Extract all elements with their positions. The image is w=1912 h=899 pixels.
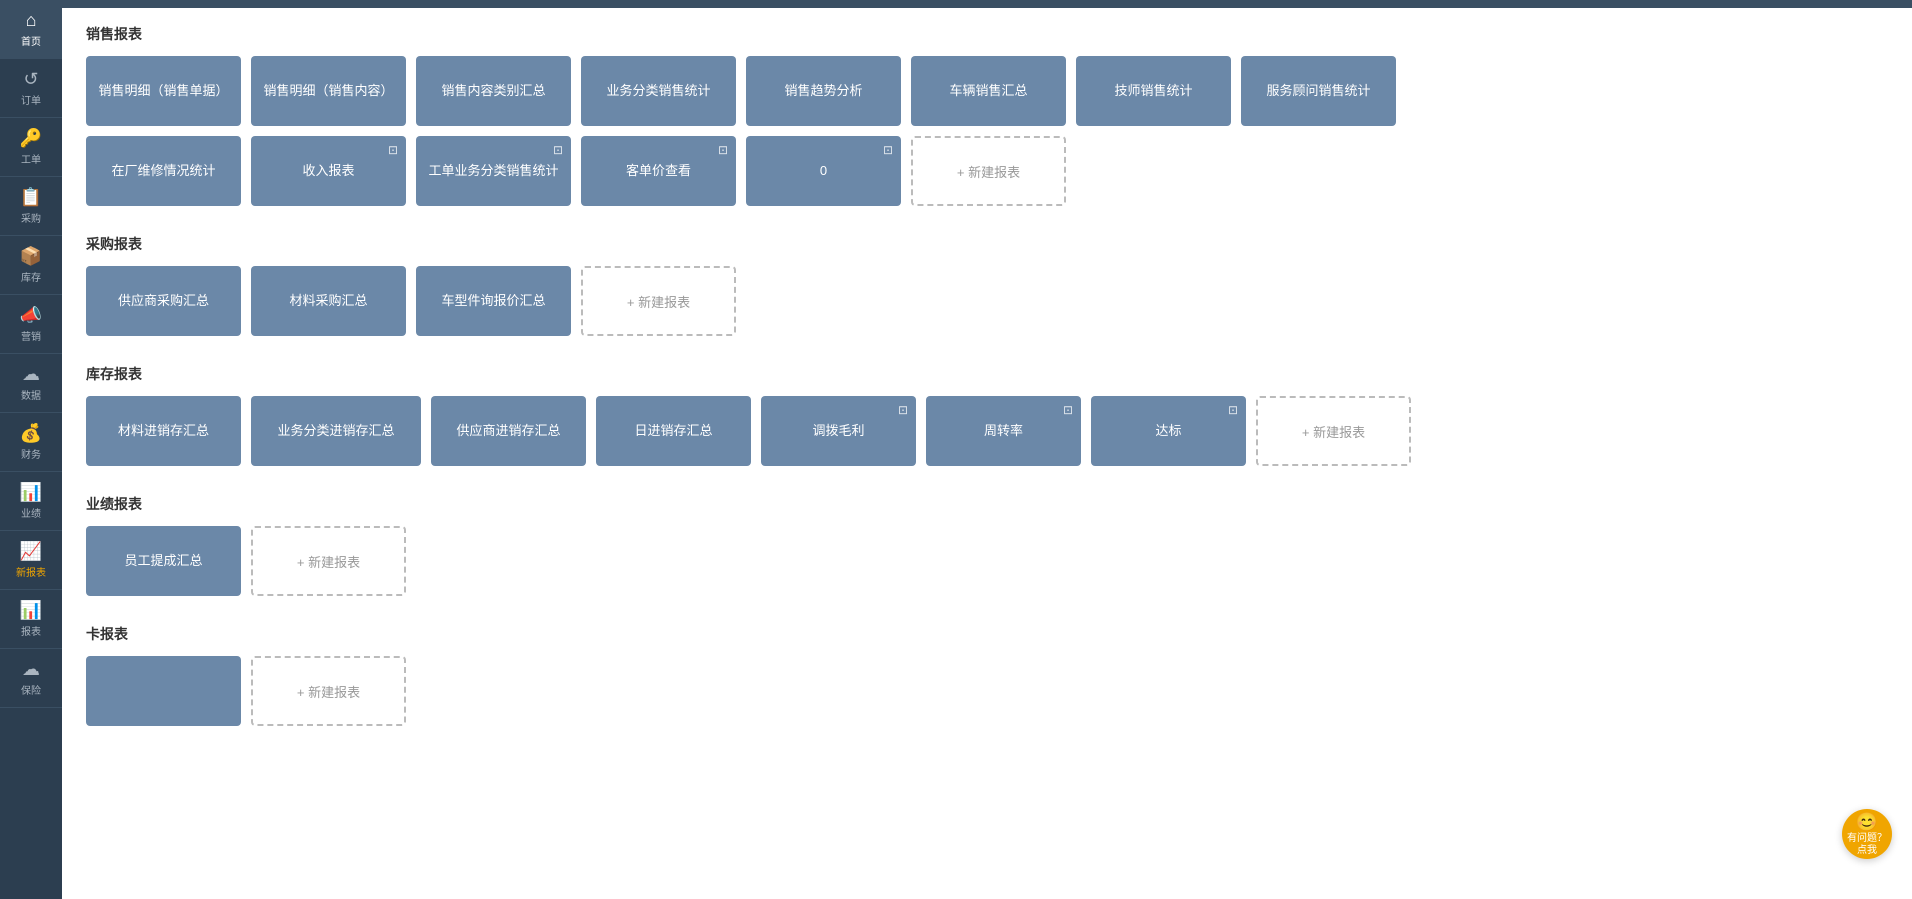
content-area: 销售报表 销售明细（销售单据） 销售明细（销售内容） 销售内容类别汇总 业务分类… (62, 8, 1912, 899)
card-technician-sales-stats[interactable]: 技师销售统计 (1076, 56, 1231, 126)
card-advisor-sales-stats[interactable]: 服务顾问销售统计 (1241, 56, 1396, 126)
card-customer-unit-price[interactable]: ⊡ 客单价查看 (581, 136, 736, 206)
card-employee-commission-summary[interactable]: 员工提成汇总 (86, 526, 241, 596)
sidebar-item-insurance[interactable]: ☁ 保险 (0, 649, 62, 708)
finance-icon: 💰 (20, 423, 42, 444)
card-purchase-new[interactable]: + 新建报表 (581, 266, 736, 336)
card-supplier-purchase-summary[interactable]: 供应商采购汇总 (86, 266, 241, 336)
card-inventory-new[interactable]: + 新建报表 (1256, 396, 1411, 466)
inventory-section-title: 库存报表 (86, 364, 1888, 384)
sidebar-item-label: 财务 (21, 446, 41, 461)
card-card-new[interactable]: + 新建报表 (251, 656, 406, 726)
card-business-category-inventory[interactable]: 业务分类进销存汇总 (251, 396, 421, 466)
performance-icon: 📊 (20, 482, 42, 503)
sidebar-item-label: 采购 (21, 210, 41, 225)
purchase-section: 采购报表 供应商采购汇总 材料采购汇总 车型件询报价汇总 + 新建报表 (86, 234, 1888, 336)
sidebar-item-label: 订单 (21, 92, 41, 107)
card-gross-margin[interactable]: ⊡ 调拨毛利 (761, 396, 916, 466)
edit-icon: ⊡ (1228, 402, 1238, 419)
sidebar-item-workorders[interactable]: 🔑 工单 (0, 118, 62, 177)
inventory-row: 材料进销存汇总 业务分类进销存汇总 供应商进销存汇总 日进销存汇总 ⊡ 调拨毛利… (86, 396, 1888, 466)
sidebar-item-home[interactable]: ⌂ 首页 (0, 0, 62, 59)
key-icon: 🔑 (20, 128, 42, 149)
card-supplier-inventory-summary[interactable]: 供应商进销存汇总 (431, 396, 586, 466)
sidebar-item-label: 工单 (21, 151, 41, 166)
card-daily-inventory-summary[interactable]: 日进销存汇总 (596, 396, 751, 466)
card-sales-detail-single[interactable]: 销售明细（销售单据） (86, 56, 241, 126)
sidebar-item-label: 报表 (21, 623, 41, 638)
card-reports-section: 卡报表 + 新建报表 (86, 624, 1888, 726)
purchase-icon: 📋 (20, 187, 42, 208)
sidebar-item-data[interactable]: ☁ 数据 (0, 354, 62, 413)
card-sales-trend-analysis[interactable]: 销售趋势分析 (746, 56, 901, 126)
top-bar (62, 0, 1912, 8)
card-performance-new[interactable]: + 新建报表 (251, 526, 406, 596)
marketing-icon: 📣 (20, 305, 42, 326)
sidebar-item-label: 营销 (21, 328, 41, 343)
sidebar-item-orders[interactable]: ↺ 订单 (0, 59, 62, 118)
edit-icon: ⊡ (1063, 402, 1073, 419)
sidebar-item-inventory[interactable]: 📦 库存 (0, 236, 62, 295)
sales-section-title: 销售报表 (86, 24, 1888, 44)
inventory-section: 库存报表 材料进销存汇总 业务分类进销存汇总 供应商进销存汇总 日进销存汇总 ⊡… (86, 364, 1888, 466)
edit-icon: ⊡ (898, 402, 908, 419)
insurance-icon: ☁ (22, 659, 40, 680)
card-vehicle-part-inquiry[interactable]: 车型件询报价汇总 (416, 266, 571, 336)
sidebar-item-marketing[interactable]: 📣 营销 (0, 295, 62, 354)
sidebar-item-label: 业绩 (21, 505, 41, 520)
purchase-section-title: 采购报表 (86, 234, 1888, 254)
sidebar-item-label: 保险 (21, 682, 41, 697)
help-button[interactable]: 😊 有问题？ 点我 (1842, 809, 1892, 859)
sidebar-item-new-reports[interactable]: 📈 新报表 (0, 531, 62, 590)
card-turnover-rate[interactable]: ⊡ 周转率 (926, 396, 1081, 466)
card-in-shop-repair-stats[interactable]: 在厂维修情况统计 (86, 136, 241, 206)
card-reach-standard[interactable]: ⊡ 达标 (1091, 396, 1246, 466)
performance-row: 员工提成汇总 + 新建报表 (86, 526, 1888, 596)
sidebar-item-performance[interactable]: 📊 业绩 (0, 472, 62, 531)
inventory-icon: 📦 (20, 246, 42, 267)
sidebar-item-label: 库存 (21, 269, 41, 284)
cloud-icon: ☁ (22, 364, 40, 385)
edit-icon: ⊡ (718, 142, 728, 159)
sidebar: ⌂ 首页 ↺ 订单 🔑 工单 📋 采购 📦 库存 📣 营销 ☁ 数据 💰 财务 … (0, 0, 62, 899)
help-icon: 😊 (1856, 812, 1878, 833)
orders-icon: ↺ (23, 69, 38, 90)
card-report-item[interactable] (86, 656, 241, 726)
sidebar-item-label: 首页 (21, 33, 41, 48)
main-content: 销售报表 销售明细（销售单据） 销售明细（销售内容） 销售内容类别汇总 业务分类… (62, 0, 1912, 899)
card-work-business-category-sales[interactable]: ⊡ 工单业务分类销售统计 (416, 136, 571, 206)
sales-section: 销售报表 销售明细（销售单据） 销售明细（销售内容） 销售内容类别汇总 业务分类… (86, 24, 1888, 206)
sidebar-item-finance[interactable]: 💰 财务 (0, 413, 62, 472)
home-icon: ⌂ (26, 10, 37, 31)
card-reports-row: + 新建报表 (86, 656, 1888, 726)
card-income-report[interactable]: ⊡ 收入报表 (251, 136, 406, 206)
card-vehicle-sales-summary[interactable]: 车辆销售汇总 (911, 56, 1066, 126)
sales-row-1: 销售明细（销售单据） 销售明细（销售内容） 销售内容类别汇总 业务分类销售统计 … (86, 56, 1888, 126)
card-sales-new[interactable]: + 新建报表 (911, 136, 1066, 206)
card-sales-detail-content[interactable]: 销售明细（销售内容） (251, 56, 406, 126)
card-material-inventory-summary[interactable]: 材料进销存汇总 (86, 396, 241, 466)
edit-icon: ⊡ (883, 142, 893, 159)
new-reports-icon: 📈 (20, 541, 42, 562)
sidebar-item-label: 新报表 (16, 564, 46, 579)
card-business-category-stats[interactable]: 业务分类销售统计 (581, 56, 736, 126)
help-line2: 点我 (1857, 845, 1877, 857)
card-reports-section-title: 卡报表 (86, 624, 1888, 644)
reports-icon: 📊 (20, 600, 42, 621)
performance-section: 业绩报表 员工提成汇总 + 新建报表 (86, 494, 1888, 596)
edit-icon: ⊡ (388, 142, 398, 159)
performance-section-title: 业绩报表 (86, 494, 1888, 514)
sidebar-item-purchase[interactable]: 📋 采购 (0, 177, 62, 236)
card-sales-content-summary[interactable]: 销售内容类别汇总 (416, 56, 571, 126)
card-material-purchase-summary[interactable]: 材料采购汇总 (251, 266, 406, 336)
card-sales-custom-0[interactable]: ⊡ 0 (746, 136, 901, 206)
sales-row-2: 在厂维修情况统计 ⊡ 收入报表 ⊡ 工单业务分类销售统计 ⊡ 客单价查看 ⊡ 0 (86, 136, 1888, 206)
sidebar-item-reports[interactable]: 📊 报表 (0, 590, 62, 649)
edit-icon: ⊡ (553, 142, 563, 159)
sidebar-item-label: 数据 (21, 387, 41, 402)
help-line1: 有问题？ (1847, 833, 1887, 845)
purchase-row: 供应商采购汇总 材料采购汇总 车型件询报价汇总 + 新建报表 (86, 266, 1888, 336)
